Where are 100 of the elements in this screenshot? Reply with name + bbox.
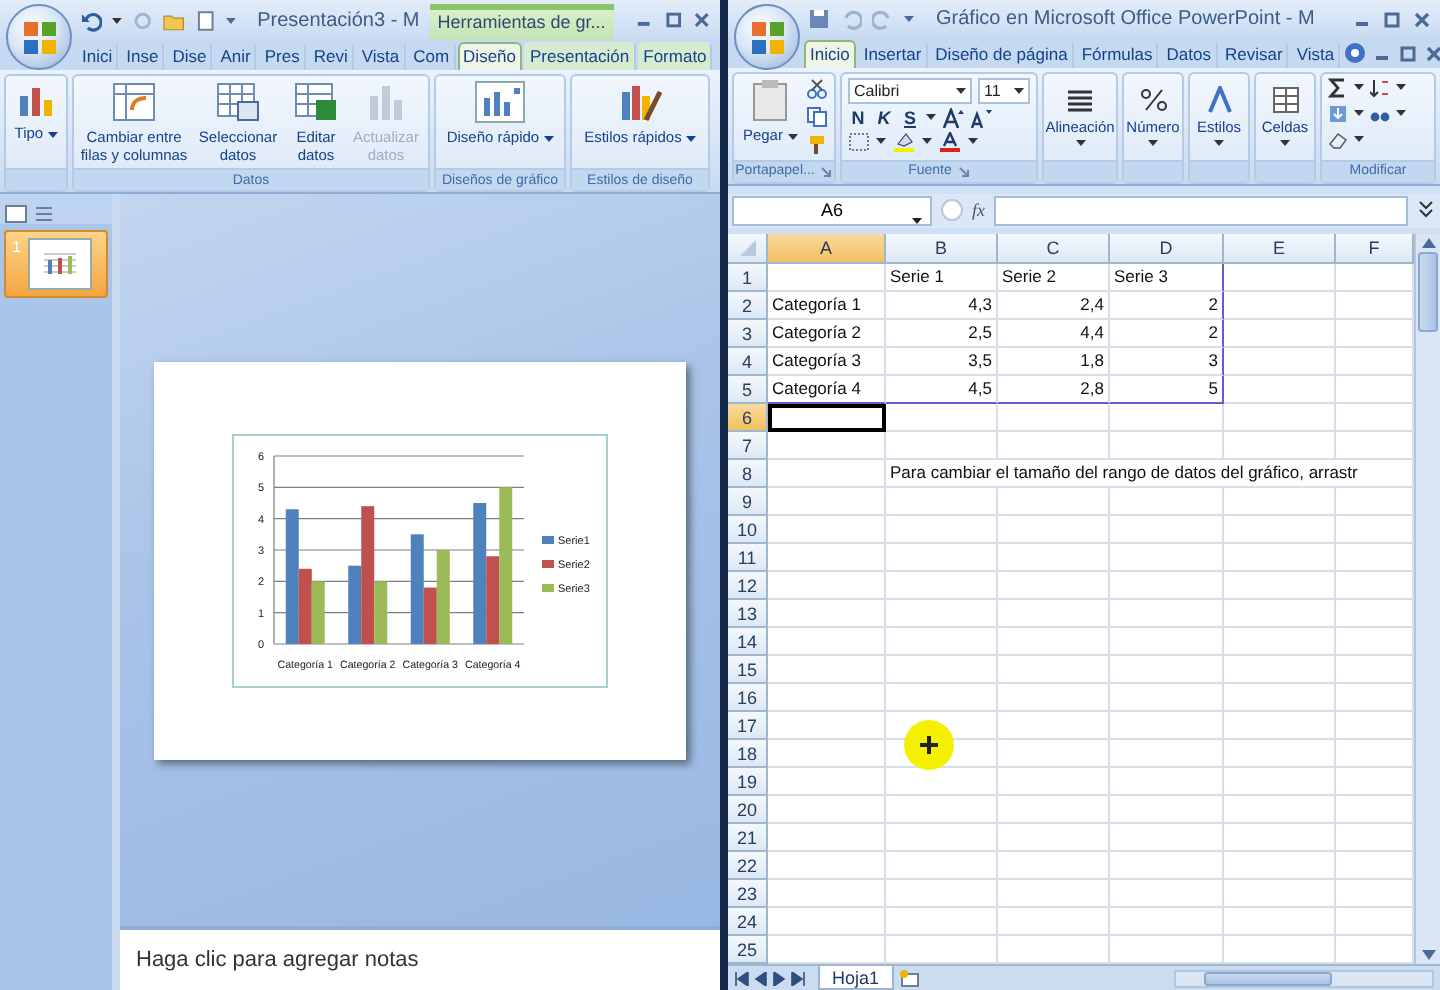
table-cell <box>998 600 1110 629</box>
row-header[interactable]: 11 <box>728 544 768 573</box>
selected-cell[interactable] <box>768 404 886 433</box>
close-icon[interactable] <box>692 10 713 30</box>
table-cell <box>1224 516 1336 545</box>
row-header[interactable]: 23 <box>728 880 768 909</box>
sort-icon[interactable] <box>1370 77 1390 98</box>
row-header[interactable]: 19 <box>728 768 768 797</box>
row-header[interactable]: 20 <box>728 796 768 825</box>
copy-icon[interactable] <box>806 105 828 128</box>
table-cell <box>886 852 998 881</box>
launcher-icon[interactable] <box>957 165 970 178</box>
shrink-font-icon[interactable] <box>970 107 992 128</box>
font-name-field[interactable]: Calibri <box>848 77 972 104</box>
row-header[interactable]: 14 <box>728 628 768 657</box>
expand-icon[interactable] <box>1416 198 1436 223</box>
row-header[interactable]: 8 <box>728 460 768 489</box>
table-cell <box>768 852 886 881</box>
table-cell <box>768 684 886 713</box>
eraser-icon[interactable] <box>1328 129 1348 150</box>
undo-icon[interactable] <box>80 9 102 31</box>
table-cell: 5 <box>1110 376 1224 405</box>
row-header[interactable]: 12 <box>728 572 768 601</box>
close-icon[interactable] <box>1412 9 1432 30</box>
fill-color-icon[interactable] <box>892 131 916 152</box>
table-swap-icon <box>110 80 158 124</box>
scrollbar-thumb[interactable] <box>1204 971 1332 986</box>
document-icon[interactable] <box>196 9 216 31</box>
formula-field[interactable] <box>993 195 1408 226</box>
row-header[interactable]: 6 <box>728 404 768 433</box>
row-header[interactable]: 2 <box>728 292 768 321</box>
row-header[interactable]: 18 <box>728 740 768 769</box>
ribbon-tab[interactable]: Presentación <box>524 42 636 70</box>
maximize-icon[interactable] <box>663 10 683 30</box>
maximize-icon[interactable] <box>1382 9 1402 30</box>
column-header[interactable]: F <box>1336 234 1414 265</box>
row-header[interactable]: 1 <box>728 264 768 293</box>
format-button[interactable]: K <box>874 107 894 128</box>
ribbon-tab[interactable]: Inicio <box>804 39 856 68</box>
table-cell <box>1224 852 1336 881</box>
notes-field[interactable]: Haga clic para agregar notas <box>120 926 720 990</box>
table-cell <box>1110 656 1224 685</box>
folder-icon[interactable] <box>162 9 186 31</box>
maximize-icon[interactable] <box>1398 43 1419 64</box>
table-cell: 2,4 <box>998 292 1110 321</box>
row-header[interactable]: 3 <box>728 320 768 349</box>
caret-icon <box>1075 139 1085 146</box>
row-header[interactable]: 5 <box>728 376 768 405</box>
format-button[interactable]: S <box>900 107 920 128</box>
row-header[interactable]: 17 <box>728 712 768 741</box>
table-cell <box>1224 796 1336 825</box>
row-header[interactable]: 10 <box>728 516 768 545</box>
table-cell <box>886 656 998 685</box>
save-icon[interactable] <box>808 8 830 31</box>
help-icon[interactable] <box>1344 42 1367 65</box>
sum-icon[interactable] <box>1328 77 1348 98</box>
scissors-icon[interactable] <box>806 77 828 100</box>
outline-tab-icon[interactable] <box>32 202 56 224</box>
table-cell <box>1110 432 1224 461</box>
table-icon <box>214 80 262 124</box>
sheet-navigation-icon[interactable] <box>734 971 806 986</box>
row-header[interactable]: 4 <box>728 348 768 377</box>
format-painter-icon[interactable] <box>806 133 828 156</box>
slides-tab-icon[interactable] <box>4 202 28 224</box>
format-button[interactable]: N <box>848 107 868 128</box>
font-name: Calibri <box>854 81 900 100</box>
row-header[interactable]: 24 <box>728 908 768 937</box>
table-cell <box>886 432 998 461</box>
column-header[interactable]: B <box>886 234 998 265</box>
name-box[interactable]: A6 <box>732 195 932 226</box>
row-header[interactable]: 13 <box>728 600 768 629</box>
ribbon-tab[interactable]: Diseño <box>457 42 523 70</box>
insert-function-button[interactable]: fx <box>972 200 985 221</box>
row-header[interactable]: 9 <box>728 488 768 517</box>
font-color-icon[interactable] <box>938 131 962 152</box>
table-cell <box>1224 600 1336 629</box>
close-icon[interactable] <box>1424 43 1440 64</box>
scrollbar-thumb[interactable] <box>1418 252 1438 333</box>
row-header[interactable]: 16 <box>728 684 768 713</box>
row-header[interactable]: 15 <box>728 656 768 685</box>
table-cell <box>998 880 1110 909</box>
column-header[interactable]: A <box>768 234 886 265</box>
table-cell <box>1110 404 1224 433</box>
borders-icon[interactable] <box>848 131 870 152</box>
column-header[interactable]: D <box>1110 234 1224 265</box>
launcher-icon[interactable] <box>820 165 833 178</box>
row-header[interactable]: 22 <box>728 852 768 881</box>
insert-sheet-icon[interactable] <box>897 969 920 988</box>
row-header[interactable]: 25 <box>728 936 768 965</box>
table-cell <box>998 432 1110 461</box>
grow-font-icon[interactable] <box>942 107 964 128</box>
sheet-tab[interactable]: Hoja1 <box>818 966 894 990</box>
table-cell <box>998 712 1110 741</box>
column-header[interactable]: E <box>1224 234 1336 265</box>
column-header[interactable]: C <box>998 234 1110 265</box>
row-header[interactable]: 7 <box>728 432 768 461</box>
ribbon-tab[interactable]: Formato <box>637 42 713 70</box>
table-cell <box>1224 348 1336 377</box>
row-header[interactable]: 21 <box>728 824 768 853</box>
font-size-field[interactable]: 11 <box>978 77 1030 104</box>
